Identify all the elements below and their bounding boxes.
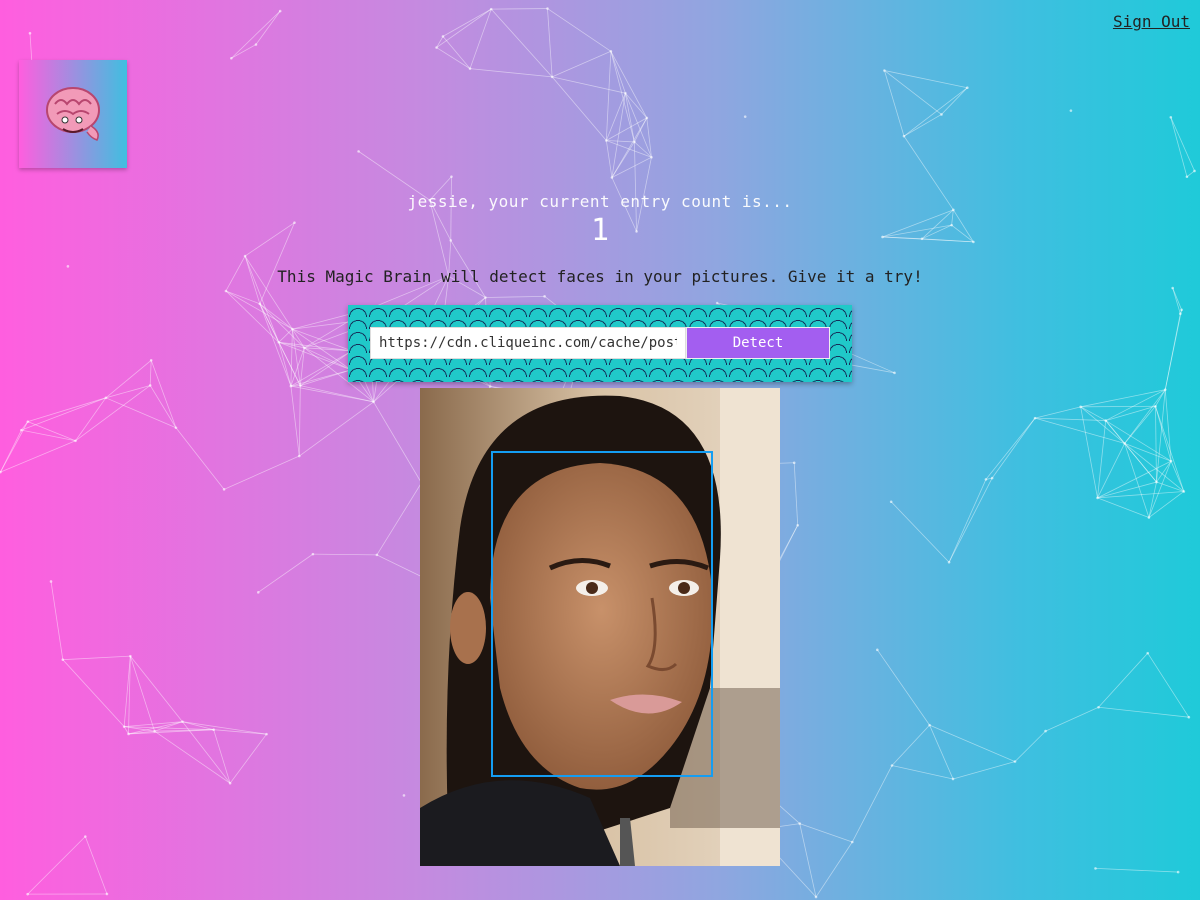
- logo-tile: [19, 60, 127, 168]
- image-url-input[interactable]: [370, 327, 686, 359]
- brain-icon: [46, 87, 100, 141]
- entry-count-section: jessie, your current entry count is... 1: [0, 192, 1200, 248]
- image-link-form: Detect: [348, 305, 852, 382]
- face-bounding-box: [491, 451, 713, 777]
- entry-count-value: 1: [590, 213, 610, 248]
- sign-out-link[interactable]: Sign Out: [1113, 12, 1190, 31]
- intro-text: This Magic Brain will detect faces in yo…: [277, 267, 923, 286]
- entry-count-message: jessie, your current entry count is...: [407, 192, 793, 211]
- face-image-container: [420, 388, 780, 866]
- detect-button[interactable]: Detect: [686, 327, 830, 359]
